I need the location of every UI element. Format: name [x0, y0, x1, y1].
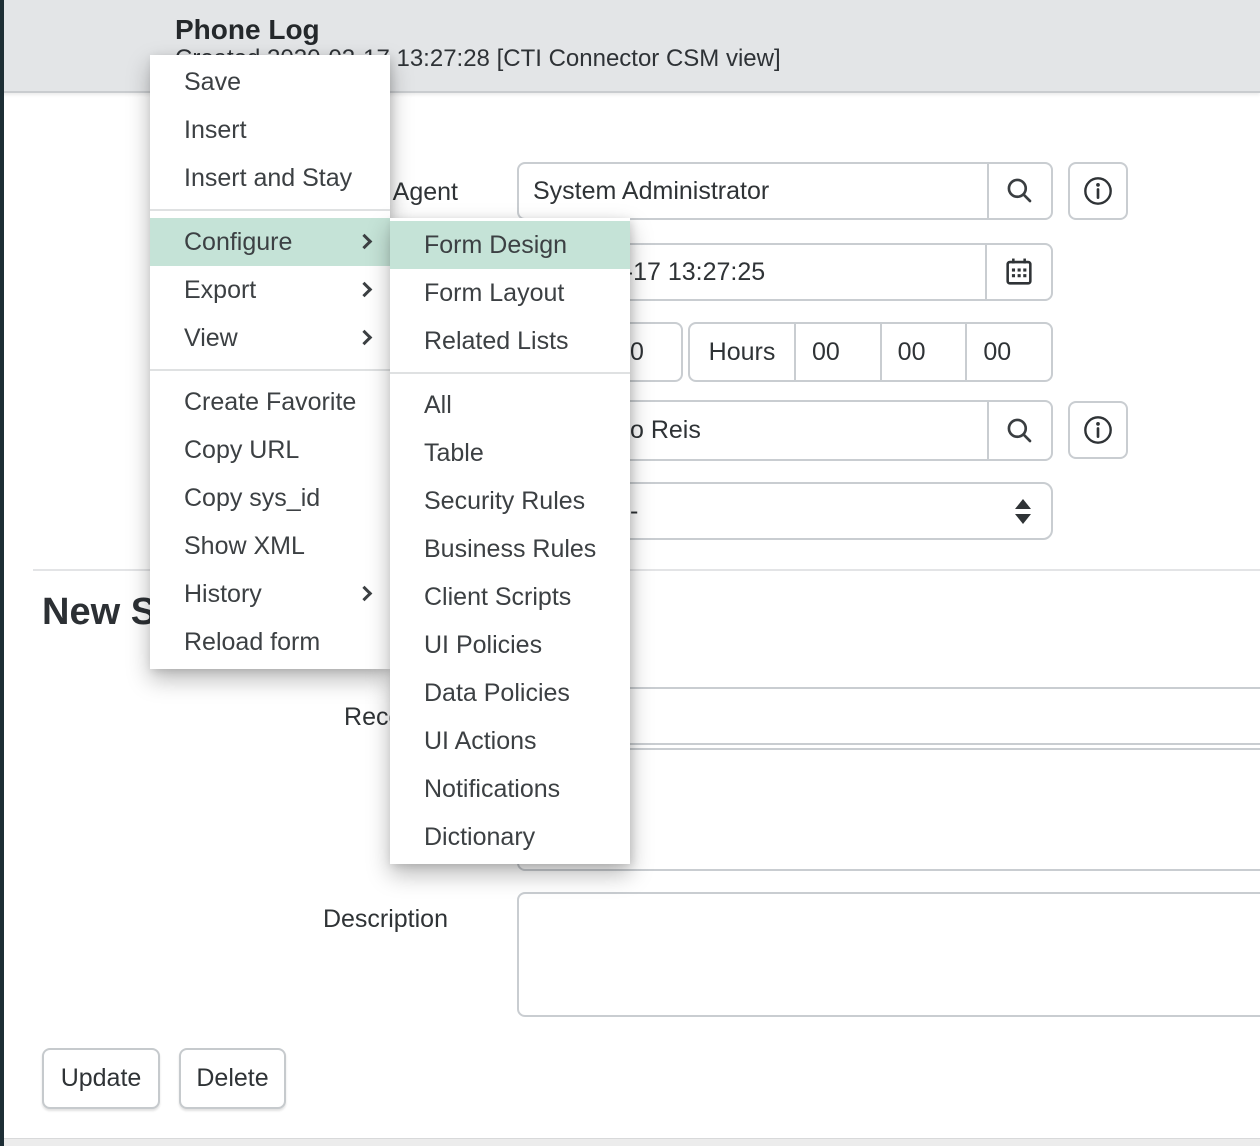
- update-button[interactable]: Update: [42, 1048, 160, 1109]
- submenu-item-security-rules[interactable]: Security Rules: [390, 477, 630, 525]
- menu-item-view[interactable]: View: [150, 314, 390, 362]
- duration-time-group: Hours 00 00 00: [688, 322, 1053, 382]
- menu-item-export[interactable]: Export: [150, 266, 390, 314]
- menu-item-copy-url[interactable]: Copy URL: [150, 426, 390, 474]
- submenu-item-table[interactable]: Table: [390, 429, 630, 477]
- menu-item-history[interactable]: History: [150, 570, 390, 618]
- configure-submenu: Form Design Form Layout Related Lists Al…: [390, 218, 630, 864]
- agent-reference-field[interactable]: System Administrator: [517, 162, 1053, 220]
- select-spinner-icon: [1003, 499, 1043, 524]
- search-icon: [1004, 175, 1036, 207]
- submenu-item-form-layout[interactable]: Form Layout: [390, 269, 630, 317]
- chevron-right-icon: [357, 234, 373, 250]
- info-icon: [1082, 414, 1114, 446]
- chevron-right-icon: [357, 282, 373, 298]
- menu-item-copy-sys-id[interactable]: Copy sys_id: [150, 474, 390, 522]
- duration-minutes-field[interactable]: 00: [880, 324, 966, 380]
- submenu-item-ui-actions[interactable]: UI Actions: [390, 717, 630, 765]
- search-icon: [1004, 415, 1036, 447]
- agent-lookup-button[interactable]: [987, 164, 1051, 218]
- menu-separator: [150, 369, 390, 371]
- menu-item-reload-form[interactable]: Reload form: [150, 618, 390, 666]
- app-frame-edge: [0, 0, 4, 1146]
- delete-button[interactable]: Delete: [179, 1048, 286, 1109]
- submenu-item-form-design[interactable]: Form Design: [390, 221, 630, 269]
- description-field-label: Description: [258, 905, 448, 934]
- menu-separator: [150, 209, 390, 211]
- submenu-item-ui-policies[interactable]: UI Policies: [390, 621, 630, 669]
- form-context-menu: Save Insert Insert and Stay Configure Ex…: [150, 55, 390, 669]
- page-title: Phone Log: [175, 14, 320, 46]
- calendar-picker-button[interactable]: [985, 245, 1051, 299]
- submenu-item-related-lists[interactable]: Related Lists: [390, 317, 630, 365]
- info-icon: [1082, 175, 1114, 207]
- chevron-right-icon: [357, 586, 373, 602]
- contact-preview-button[interactable]: [1068, 401, 1128, 459]
- agent-field-value[interactable]: System Administrator: [519, 164, 987, 218]
- description-textarea[interactable]: [517, 892, 1260, 1017]
- menu-item-insert-and-stay[interactable]: Insert and Stay: [150, 154, 390, 202]
- duration-seconds-field[interactable]: 00: [965, 324, 1051, 380]
- submenu-item-business-rules[interactable]: Business Rules: [390, 525, 630, 573]
- submenu-item-all[interactable]: All: [390, 381, 630, 429]
- submenu-item-notifications[interactable]: Notifications: [390, 765, 630, 813]
- horizontal-scrollbar-track[interactable]: [0, 1138, 1260, 1146]
- submenu-item-data-policies[interactable]: Data Policies: [390, 669, 630, 717]
- menu-item-create-favorite[interactable]: Create Favorite: [150, 378, 390, 426]
- menu-item-insert[interactable]: Insert: [150, 106, 390, 154]
- submenu-item-client-scripts[interactable]: Client Scripts: [390, 573, 630, 621]
- agent-preview-button[interactable]: [1068, 162, 1128, 220]
- menu-item-save[interactable]: Save: [150, 58, 390, 106]
- contact-lookup-button[interactable]: [987, 402, 1051, 459]
- submenu-item-dictionary[interactable]: Dictionary: [390, 813, 630, 861]
- calendar-icon: [1002, 255, 1036, 289]
- duration-hours-field[interactable]: 00: [794, 324, 880, 380]
- menu-item-configure[interactable]: Configure: [150, 218, 390, 266]
- menu-separator: [390, 372, 630, 374]
- menu-item-show-xml[interactable]: Show XML: [150, 522, 390, 570]
- chevron-right-icon: [357, 330, 373, 346]
- hours-label: Hours: [690, 324, 794, 380]
